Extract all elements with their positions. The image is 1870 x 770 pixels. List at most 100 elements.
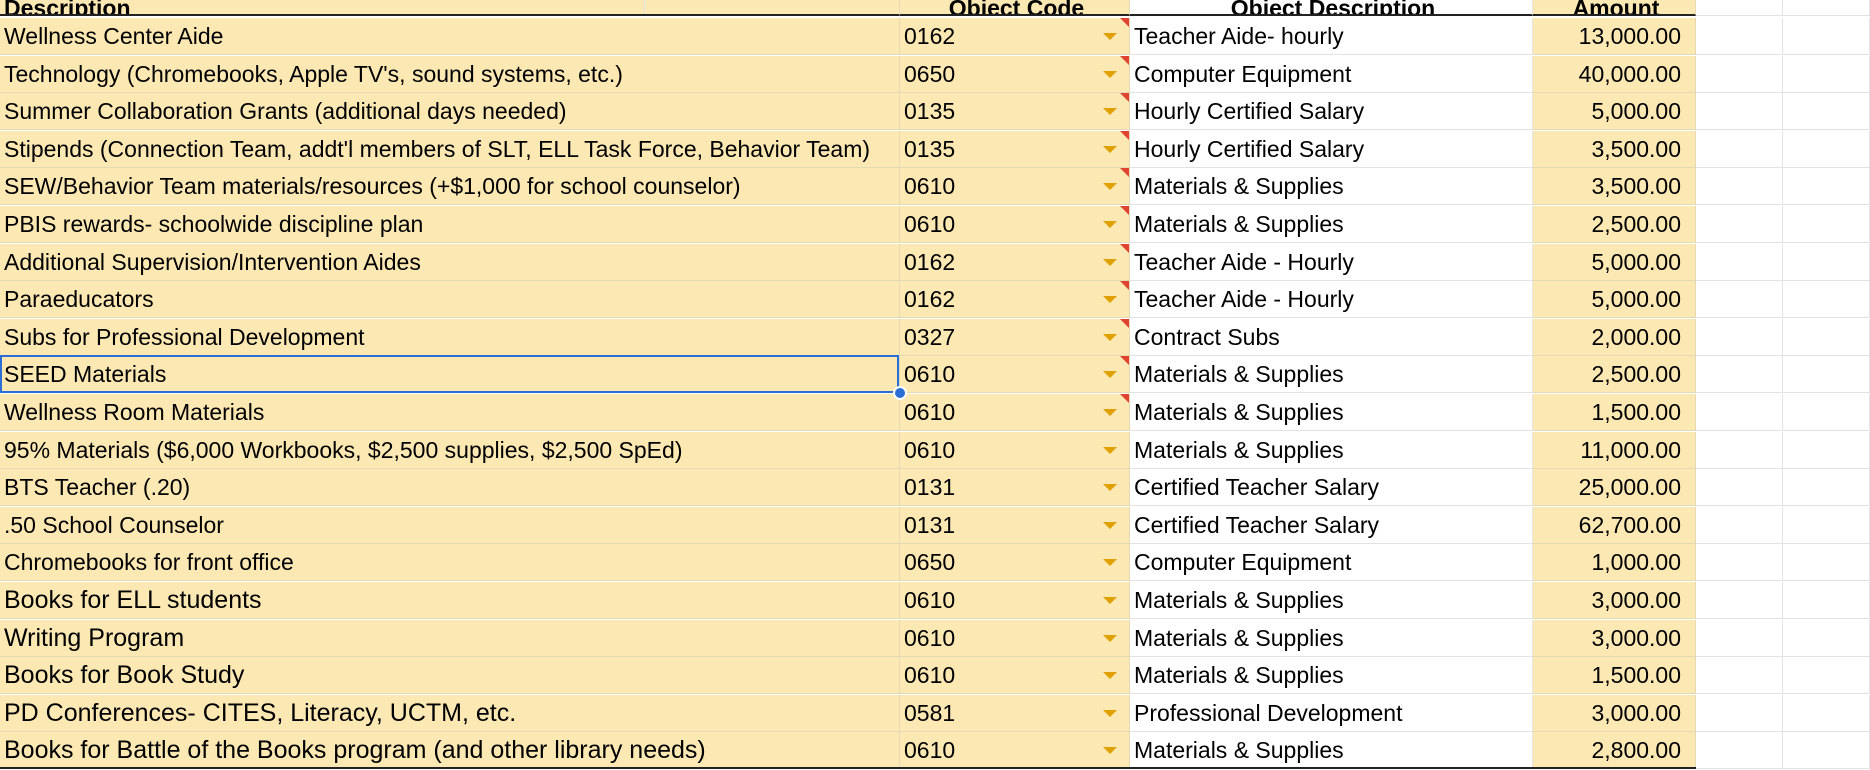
object-description-cell[interactable]: Certified Teacher Salary: [1130, 469, 1533, 507]
object-code-cell[interactable]: 0650: [900, 55, 1130, 93]
empty-cell[interactable]: [1696, 18, 1783, 55]
object-code-cell[interactable]: 0162: [900, 281, 1130, 319]
comment-marker-icon[interactable]: [1120, 281, 1129, 291]
comment-marker-icon[interactable]: [1120, 206, 1129, 215]
empty-cell[interactable]: [1696, 431, 1783, 469]
object-code-cell[interactable]: 0610: [900, 356, 1130, 394]
amount-cell[interactable]: 3,000.00: [1533, 694, 1696, 732]
dropdown-arrow-icon[interactable]: [1103, 672, 1117, 680]
comment-marker-icon[interactable]: [1120, 168, 1129, 178]
empty-cell[interactable]: [1783, 243, 1870, 281]
comment-marker-icon[interactable]: [1120, 318, 1129, 328]
object-description-cell[interactable]: Materials & Supplies: [1130, 168, 1533, 206]
empty-cell[interactable]: [1696, 168, 1783, 206]
description-cell[interactable]: Stipends (Connection Team, addt'l member…: [0, 130, 900, 168]
dropdown-arrow-icon[interactable]: [1103, 521, 1117, 529]
object-description-cell[interactable]: Materials & Supplies: [1130, 206, 1533, 243]
empty-cell[interactable]: [1783, 93, 1870, 131]
object-code-cell[interactable]: 0610: [900, 582, 1130, 619]
empty-cell[interactable]: [1783, 431, 1870, 469]
object-code-cell[interactable]: 0135: [900, 93, 1130, 131]
empty-cell[interactable]: [1783, 168, 1870, 206]
description-cell[interactable]: Writing Program: [0, 619, 900, 657]
header-object-description[interactable]: Object Description: [1130, 0, 1533, 16]
empty-cell[interactable]: [1783, 732, 1870, 770]
dropdown-arrow-icon[interactable]: [1103, 70, 1117, 78]
amount-cell[interactable]: 3,000.00: [1533, 619, 1696, 657]
description-cell[interactable]: Wellness Room Materials: [0, 394, 900, 431]
dropdown-arrow-icon[interactable]: [1103, 371, 1117, 379]
amount-cell[interactable]: 1,500.00: [1533, 394, 1696, 431]
object-description-cell[interactable]: Hourly Certified Salary: [1130, 93, 1533, 131]
object-description-cell[interactable]: Materials & Supplies: [1130, 657, 1533, 695]
object-code-cell[interactable]: 0327: [900, 318, 1130, 356]
description-cell[interactable]: .50 School Counselor: [0, 506, 900, 544]
empty-cell[interactable]: [1783, 582, 1870, 619]
description-cell[interactable]: Books for Book Study: [0, 657, 900, 695]
comment-marker-icon[interactable]: [1120, 243, 1129, 253]
dropdown-arrow-icon[interactable]: [1103, 446, 1117, 454]
description-cell[interactable]: SEED Materials: [0, 356, 900, 394]
empty-cell[interactable]: [1696, 657, 1783, 695]
empty-cell[interactable]: [1696, 318, 1783, 356]
object-code-cell[interactable]: 0131: [900, 506, 1130, 544]
empty-cell[interactable]: [1696, 93, 1783, 131]
object-code-cell[interactable]: 0610: [900, 619, 1130, 657]
description-cell[interactable]: BTS Teacher (.20): [0, 469, 900, 507]
empty-cell[interactable]: [1783, 394, 1870, 431]
empty-cell[interactable]: [1696, 206, 1783, 243]
header-description[interactable]: Description: [0, 0, 900, 16]
object-code-cell[interactable]: 0650: [900, 544, 1130, 582]
empty-cell[interactable]: [1783, 356, 1870, 394]
object-description-cell[interactable]: Certified Teacher Salary: [1130, 506, 1533, 544]
dropdown-arrow-icon[interactable]: [1103, 33, 1117, 40]
object-description-cell[interactable]: Materials & Supplies: [1130, 732, 1533, 770]
object-description-cell[interactable]: Materials & Supplies: [1130, 431, 1533, 469]
dropdown-arrow-icon[interactable]: [1103, 709, 1117, 717]
object-description-cell[interactable]: Hourly Certified Salary: [1130, 130, 1533, 168]
object-code-cell[interactable]: 0162: [900, 18, 1130, 55]
empty-cell[interactable]: [1783, 544, 1870, 582]
amount-cell[interactable]: 1,000.00: [1533, 544, 1696, 582]
empty-cell[interactable]: [1783, 469, 1870, 507]
empty-cell[interactable]: [1696, 281, 1783, 319]
amount-cell[interactable]: 13,000.00: [1533, 18, 1696, 55]
amount-cell[interactable]: 1,500.00: [1533, 657, 1696, 695]
amount-cell[interactable]: 25,000.00: [1533, 469, 1696, 507]
empty-cell[interactable]: [1783, 55, 1870, 93]
empty-cell[interactable]: [1783, 130, 1870, 168]
object-description-cell[interactable]: Professional Development: [1130, 694, 1533, 732]
dropdown-arrow-icon[interactable]: [1103, 108, 1117, 116]
comment-marker-icon[interactable]: [1120, 18, 1129, 27]
object-description-cell[interactable]: Materials & Supplies: [1130, 394, 1533, 431]
object-description-cell[interactable]: Materials & Supplies: [1130, 356, 1533, 394]
dropdown-arrow-icon[interactable]: [1103, 484, 1117, 492]
amount-cell[interactable]: 3,000.00: [1533, 582, 1696, 619]
description-cell[interactable]: 95% Materials ($6,000 Workbooks, $2,500 …: [0, 431, 900, 469]
amount-cell[interactable]: 5,000.00: [1533, 93, 1696, 131]
description-cell[interactable]: Additional Supervision/Intervention Aide…: [0, 243, 900, 281]
dropdown-arrow-icon[interactable]: [1103, 258, 1117, 266]
empty-cell[interactable]: [1783, 281, 1870, 319]
empty-cell[interactable]: [1696, 582, 1783, 619]
empty-cell[interactable]: [1696, 130, 1783, 168]
empty-cell[interactable]: [1696, 356, 1783, 394]
object-description-cell[interactable]: Computer Equipment: [1130, 544, 1533, 582]
empty-cell[interactable]: [1783, 657, 1870, 695]
empty-cell[interactable]: [1696, 394, 1783, 431]
amount-cell[interactable]: 2,500.00: [1533, 206, 1696, 243]
empty-cell[interactable]: [1696, 544, 1783, 582]
object-description-cell[interactable]: Teacher Aide- hourly: [1130, 18, 1533, 55]
header-amount[interactable]: Amount: [1533, 0, 1696, 16]
description-cell[interactable]: PD Conferences- CITES, Literacy, UCTM, e…: [0, 694, 900, 732]
amount-cell[interactable]: 3,500.00: [1533, 130, 1696, 168]
object-description-cell[interactable]: Computer Equipment: [1130, 55, 1533, 93]
header-object-code[interactable]: Object Code: [900, 0, 1130, 16]
amount-cell[interactable]: 62,700.00: [1533, 506, 1696, 544]
dropdown-arrow-icon[interactable]: [1103, 559, 1117, 567]
comment-marker-icon[interactable]: [1120, 394, 1129, 403]
empty-cell[interactable]: [1696, 243, 1783, 281]
empty-cell[interactable]: [1783, 619, 1870, 657]
description-cell[interactable]: PBIS rewards- schoolwide discipline plan: [0, 206, 900, 243]
description-cell[interactable]: Chromebooks for front office: [0, 544, 900, 582]
